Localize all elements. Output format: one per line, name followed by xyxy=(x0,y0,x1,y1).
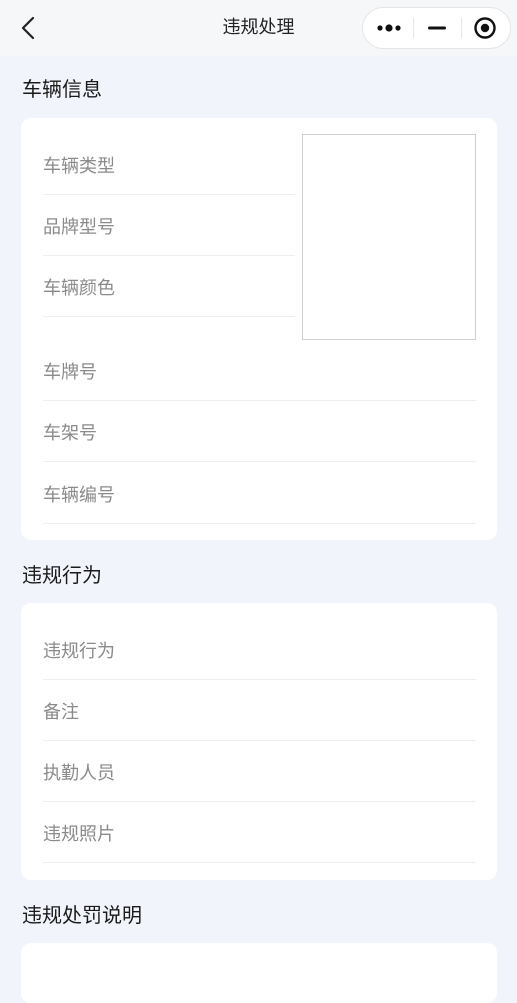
section-title-penalty: 违规处罚说明 xyxy=(22,903,142,927)
divider xyxy=(43,316,295,317)
row-frame-number[interactable]: 车架号 xyxy=(43,401,476,462)
row-label: 违规行为 xyxy=(43,640,115,662)
row-label: 备注 xyxy=(43,701,79,723)
violation-card: 违规行为 备注 执勤人员 违规照片 xyxy=(21,603,497,880)
row-label: 车辆编号 xyxy=(43,484,115,506)
row-label: 车牌号 xyxy=(43,361,97,383)
row-label: 执勤人员 xyxy=(43,762,115,784)
section-title-violation: 违规行为 xyxy=(22,563,102,587)
more-dots-icon xyxy=(377,24,401,32)
more-button[interactable] xyxy=(365,8,413,48)
row-label: 品牌型号 xyxy=(43,216,115,238)
row-vehicle-number[interactable]: 车辆编号 xyxy=(43,463,476,524)
row-vehicle-type[interactable]: 车辆类型 xyxy=(43,134,295,195)
row-label: 违规照片 xyxy=(43,823,115,845)
minimize-button[interactable] xyxy=(413,8,461,48)
divider xyxy=(43,523,476,524)
row-violation-behavior[interactable]: 违规行为 xyxy=(43,619,476,680)
row-vehicle-color[interactable]: 车辆颜色 xyxy=(43,256,295,317)
divider xyxy=(43,862,476,863)
target-icon xyxy=(474,17,496,39)
vehicle-photo-placeholder[interactable] xyxy=(302,134,476,340)
row-label: 车辆类型 xyxy=(43,155,115,177)
close-button[interactable] xyxy=(461,8,509,48)
vehicle-info-card: 车辆类型 品牌型号 车辆颜色 车牌号 车架号 车辆编号 xyxy=(21,118,497,540)
row-duty-officer[interactable]: 执勤人员 xyxy=(43,741,476,802)
row-violation-photos[interactable]: 违规照片 xyxy=(43,802,476,863)
divider xyxy=(43,461,476,462)
row-label: 车辆颜色 xyxy=(43,277,115,299)
row-plate-number[interactable]: 车牌号 xyxy=(43,340,476,401)
section-title-vehicle: 车辆信息 xyxy=(22,77,102,101)
mini-program-capsule xyxy=(362,7,511,49)
penalty-card xyxy=(21,943,497,1003)
navigation-bar: 违规处理 xyxy=(0,0,517,56)
row-label: 车架号 xyxy=(43,422,97,444)
row-brand-model[interactable]: 品牌型号 xyxy=(43,195,295,256)
row-remarks[interactable]: 备注 xyxy=(43,680,476,741)
minimize-icon xyxy=(428,26,446,30)
